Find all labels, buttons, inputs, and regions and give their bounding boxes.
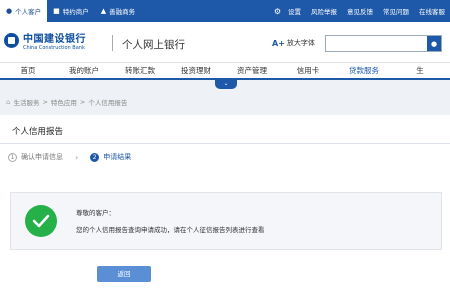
chevron-down-icon: ⌄ xyxy=(223,80,229,87)
success-notice: 尊敬的客户： 您的个人信用报告查询申请成功，请在个人征信报告列表进行查看 xyxy=(10,192,442,250)
page-title: 个人信用报告 xyxy=(12,127,64,137)
top-utility-bar: ● 个人客户 ■ 特约商户 ▲ 善融商务 ⚙ 设置 风险举报 意见反馈 常见问题… xyxy=(0,0,450,22)
divider xyxy=(0,143,450,144)
header-divider xyxy=(112,35,113,51)
notice-message: 您的个人信用报告查询申请成功，请在个人征信报告列表进行查看 xyxy=(76,226,265,234)
gear-icon: ⚙ xyxy=(273,6,281,16)
nav-asset-management[interactable]: 资产管理 xyxy=(224,63,280,78)
customer-type-tabs: ● 个人客户 ■ 特约商户 ▲ 善融商务 xyxy=(0,0,141,22)
step-2-label: 申请结果 xyxy=(103,153,132,161)
chevron-right-icon: › xyxy=(75,152,79,162)
faq-link[interactable]: 常见问题 xyxy=(378,6,414,16)
nav-loan-services[interactable]: 贷款服务 xyxy=(336,63,392,78)
step-1-label: 确认申请信息 xyxy=(21,153,63,161)
tab-commerce[interactable]: ▲ 善融商务 xyxy=(95,0,141,22)
breadcrumb-item[interactable]: 生活服务 xyxy=(13,97,39,107)
home-icon[interactable]: ⌂ xyxy=(6,98,10,106)
risk-report-link[interactable]: 风险举报 xyxy=(306,6,342,16)
tab-label: 特约商户 xyxy=(62,8,89,16)
tab-label: 善融商务 xyxy=(109,8,136,16)
nav-life[interactable]: 生 xyxy=(392,63,448,78)
nav-investment[interactable]: 投资理财 xyxy=(168,63,224,78)
main-nav: 首页 我的账户 转账汇款 投资理财 资产管理 信用卡 贷款服务 生 xyxy=(0,62,450,80)
nav-transfer[interactable]: 转账汇款 xyxy=(112,63,168,78)
nav-my-account[interactable]: 我的账户 xyxy=(56,63,112,78)
enlarge-font-label: 放大字体 xyxy=(286,39,315,47)
feedback-link[interactable]: 意见反馈 xyxy=(342,6,378,16)
breadcrumb-item: 个人信用报告 xyxy=(88,99,128,107)
step-1-number: 1 xyxy=(8,152,17,162)
tab-personal-customer[interactable]: ● 个人客户 xyxy=(0,0,48,22)
tab-merchant[interactable]: ■ 特约商户 xyxy=(47,0,95,22)
step-indicator: 1 确认申请信息 › 2 申请结果 xyxy=(8,152,131,162)
breadcrumb-item[interactable]: 特色应用 xyxy=(51,97,77,107)
enlarge-font-button[interactable]: A+ 放大字体 xyxy=(272,38,315,48)
checkmark-icon xyxy=(25,205,57,237)
user-icon: ● xyxy=(6,6,13,15)
step-2-number: 2 xyxy=(90,152,100,162)
settings-link[interactable]: 设置 xyxy=(283,6,306,16)
top-utility-links: ⚙ 设置 风险举报 意见反馈 常见问题 在线客服 xyxy=(274,0,450,22)
search-input[interactable]: ● xyxy=(325,35,442,52)
microphone-icon[interactable]: ● xyxy=(427,36,441,51)
nav-expand-toggle[interactable]: ⌄ xyxy=(215,80,237,89)
site-header: 中国建设银行 China Construction Bank 个人网上银行 A+… xyxy=(0,22,450,62)
nav-home[interactable]: 首页 xyxy=(0,63,56,78)
back-button[interactable]: 返回 xyxy=(97,266,151,282)
content-card: 个人信用报告 1 确认申请信息 › 2 申请结果 尊敬的客户： 您的个人信用报告… xyxy=(0,115,450,300)
ccb-logo-icon xyxy=(4,33,19,48)
building-icon: ■ xyxy=(53,6,60,15)
online-service-link[interactable]: 在线客服 xyxy=(414,6,450,16)
nav-credit-card[interactable]: 信用卡 xyxy=(280,63,336,78)
bank-name-en: China Construction Bank xyxy=(23,45,85,51)
bank-name-cn: 中国建设银行 xyxy=(23,34,86,45)
site-title: 个人网上银行 xyxy=(122,39,185,51)
bank-logo[interactable]: 中国建设银行 China Construction Bank xyxy=(4,30,86,51)
notice-greeting: 尊敬的客户： xyxy=(76,209,115,217)
breadcrumb: ⌂ 生活服务 > 特色应用 > 个人信用报告 xyxy=(6,97,128,107)
tab-label: 个人客户 xyxy=(15,8,42,16)
cart-icon: ▲ xyxy=(100,6,107,15)
font-size-icon: A+ xyxy=(272,38,285,48)
